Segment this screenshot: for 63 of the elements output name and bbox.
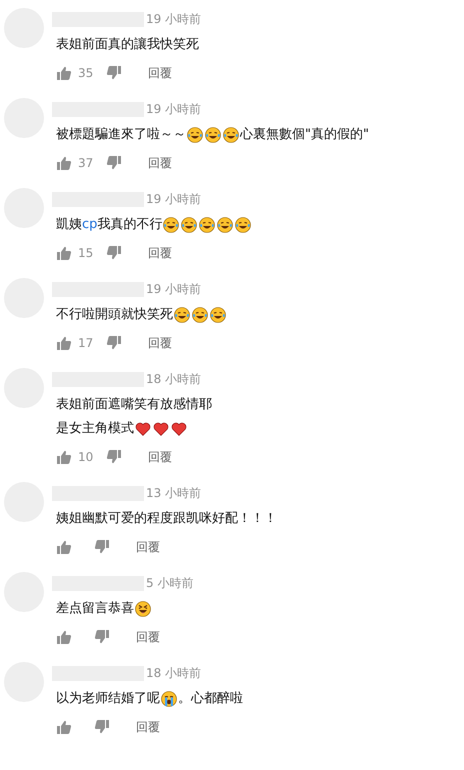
- reply-button[interactable]: 回覆: [148, 332, 172, 354]
- comment-time: 18 小時前: [146, 370, 202, 388]
- thumbs-up-icon[interactable]: [56, 719, 72, 735]
- thumbs-up-icon[interactable]: [56, 335, 72, 351]
- comment-time: 19 小時前: [146, 190, 202, 208]
- like-count: 15: [78, 246, 94, 260]
- crying-emoji-icon: [161, 691, 177, 707]
- comment-text: 表姐前面真的讓我快笑死: [56, 36, 200, 54]
- thumbs-down-icon[interactable]: [94, 719, 110, 735]
- reply-button[interactable]: 回覆: [136, 536, 160, 558]
- reply-button[interactable]: 回覆: [148, 152, 172, 174]
- like-count: 35: [78, 66, 94, 80]
- comment-text: 以为老师结婚了呢 。心都醉啦: [56, 690, 243, 708]
- comment-time: 19 小時前: [146, 280, 202, 298]
- thumbs-down-icon[interactable]: [94, 629, 110, 645]
- thumbs-up-icon[interactable]: [56, 155, 72, 171]
- laughing-tears-emoji-icon: [163, 217, 180, 233]
- heart-icon: [135, 421, 151, 437]
- comment-text: 表姐前面遮嘴笑有放感情耶: [56, 396, 212, 414]
- thumbs-up-icon[interactable]: [56, 65, 72, 81]
- laughing-tears-emoji-icon: [223, 127, 239, 143]
- comment-text: 是女主角模式: [56, 420, 212, 438]
- comment-text: 不行啦開頭就快笑死: [56, 306, 227, 324]
- like-count: 17: [78, 336, 94, 350]
- laughing-tears-emoji-icon: [199, 217, 216, 233]
- thumbs-up-icon[interactable]: [56, 629, 72, 645]
- like-count: 10: [78, 450, 94, 464]
- hashtag-link[interactable]: cp: [82, 216, 98, 234]
- reply-button[interactable]: 回覆: [148, 62, 172, 84]
- reply-button[interactable]: 回覆: [136, 626, 160, 648]
- laughing-tears-emoji-icon: [210, 307, 226, 323]
- laughing-emoji-icon: [135, 601, 151, 617]
- comment-text: 姨姐幽默可爱的程度跟凯咪好配！！！: [56, 510, 277, 528]
- comment-time: 19 小時前: [146, 100, 202, 118]
- reply-button[interactable]: 回覆: [136, 716, 160, 738]
- comment-text: 凱姨cp我真的不行: [56, 216, 252, 234]
- laughing-tears-emoji-icon: [187, 127, 203, 143]
- heart-icon: [153, 421, 169, 437]
- laughing-tears-emoji-icon: [192, 307, 208, 323]
- reply-button[interactable]: 回覆: [148, 446, 172, 468]
- thumbs-down-icon[interactable]: [94, 539, 110, 555]
- comment-time: 5 小時前: [146, 574, 194, 592]
- reply-button[interactable]: 回覆: [148, 242, 172, 264]
- thumbs-down-icon[interactable]: [106, 335, 122, 351]
- thumbs-down-icon[interactable]: [106, 65, 122, 81]
- laughing-tears-emoji-icon: [174, 307, 190, 323]
- thumbs-up-icon[interactable]: [56, 539, 72, 555]
- thumbs-down-icon[interactable]: [106, 245, 122, 261]
- laughing-tears-emoji-icon: [235, 217, 252, 233]
- thumbs-up-icon[interactable]: [56, 245, 72, 261]
- comment-time: 19 小時前: [146, 10, 202, 28]
- comment-time: 18 小時前: [146, 664, 202, 682]
- heart-icon: [171, 421, 187, 437]
- thumbs-down-icon[interactable]: [106, 155, 122, 171]
- like-count: 37: [78, 156, 94, 170]
- thumbs-up-icon[interactable]: [56, 449, 72, 465]
- comment-time: 13 小時前: [146, 484, 202, 502]
- comment-text: 被標題騙進來了啦～～ 心裏無數個"真的假的": [56, 126, 369, 144]
- laughing-tears-emoji-icon: [217, 217, 234, 233]
- thumbs-down-icon[interactable]: [106, 449, 122, 465]
- laughing-tears-emoji-icon: [181, 217, 198, 233]
- laughing-tears-emoji-icon: [205, 127, 221, 143]
- comment-text: 差点留言恭喜: [56, 600, 194, 618]
